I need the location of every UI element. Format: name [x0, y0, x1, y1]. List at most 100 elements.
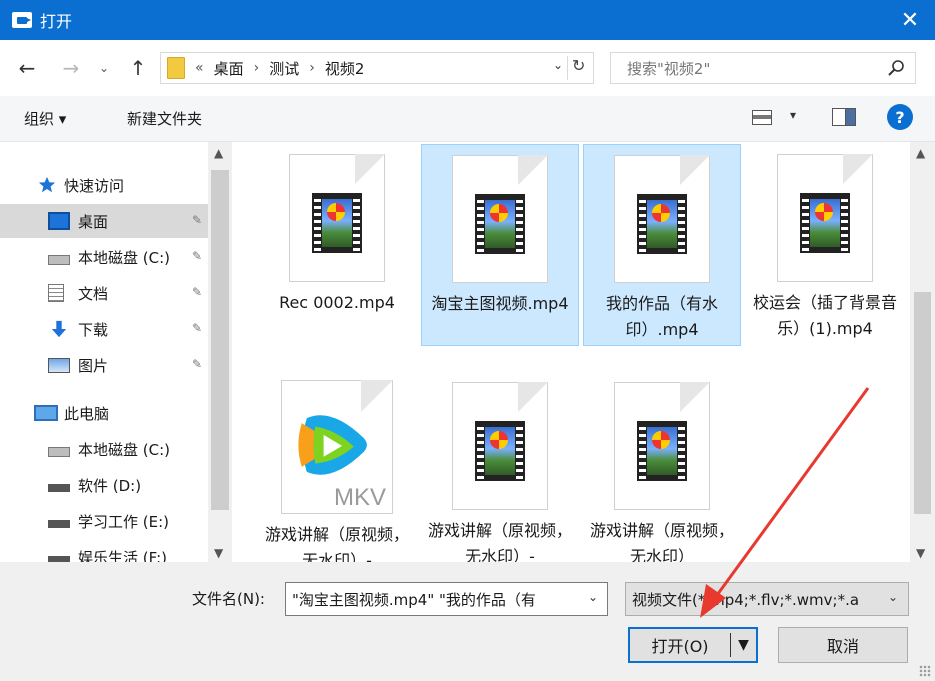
- scroll-up-icon[interactable]: ▲: [916, 146, 925, 160]
- camera-icon: [12, 12, 32, 28]
- chevron-down-icon[interactable]: ⌄: [888, 590, 898, 604]
- scrollbar-thumb[interactable]: [914, 292, 931, 514]
- sidebar-item-this-pc[interactable]: 此电脑: [0, 396, 208, 430]
- sidebar-item-software-d[interactable]: 软件 (D:): [0, 468, 208, 502]
- file-name: 游戏讲解（原视频，无水印）-: [427, 521, 572, 562]
- scroll-up-icon[interactable]: ▲: [214, 146, 223, 160]
- star-icon: [38, 176, 56, 193]
- cancel-button[interactable]: 取消: [778, 627, 908, 663]
- address-bar: ← → ⌄ ↑ « 桌面 › 测试 › 视频2 ⌄ ↻ 搜索"视频2": [0, 40, 935, 96]
- pin-icon[interactable]: ✎: [192, 249, 202, 263]
- open-button[interactable]: 打开(O) ▼: [628, 627, 758, 663]
- file-item-selected[interactable]: 我的作品（有水印）.mp4: [583, 144, 741, 346]
- video-player-logo-icon: [298, 415, 367, 475]
- view-mode-icon[interactable]: [752, 110, 772, 125]
- folder-icon: [167, 57, 185, 79]
- close-button[interactable]: ✕: [885, 0, 935, 40]
- pin-icon[interactable]: ✎: [192, 213, 202, 227]
- download-icon: [51, 320, 67, 338]
- preview-pane-icon[interactable]: [832, 108, 856, 126]
- sidebar-item-label: 快速访问: [64, 176, 125, 195]
- mkv-file-icon: MKV: [281, 380, 393, 514]
- window-title: 打开: [40, 12, 73, 31]
- filename-input[interactable]: "淘宝主图视频.mp4" "我的作品（有: [285, 582, 608, 616]
- video-file-icon: [452, 155, 548, 283]
- forward-button[interactable]: →: [56, 54, 86, 82]
- sidebar-item-quick-access[interactable]: 快速访问: [0, 168, 208, 202]
- sidebar-item-local-disk-c[interactable]: 本地磁盘 (C:) ✎: [0, 240, 208, 274]
- sidebar-item-downloads[interactable]: 下载 ✎: [0, 312, 208, 346]
- chevron-down-icon[interactable]: ⌄: [588, 590, 598, 604]
- chevron-right-icon[interactable]: ›: [309, 60, 315, 76]
- breadcrumb-overflow[interactable]: «: [195, 60, 204, 76]
- pin-icon[interactable]: ✎: [192, 285, 202, 299]
- organize-menu[interactable]: 组织 ▾: [24, 108, 66, 129]
- scroll-down-icon[interactable]: ▼: [214, 546, 223, 560]
- pin-icon[interactable]: ✎: [192, 321, 202, 335]
- drive-icon: [48, 255, 70, 265]
- search-placeholder: 搜索"视频2": [627, 59, 711, 78]
- up-button[interactable]: ↑: [124, 54, 152, 82]
- file-item[interactable]: 校运会（插了背景音乐）(1).mp4: [746, 144, 904, 372]
- help-icon[interactable]: ?: [887, 104, 913, 130]
- computer-icon: [34, 405, 58, 421]
- video-file-icon: [452, 382, 548, 510]
- sidebar-item-study-e[interactable]: 学习工作 (E:): [0, 504, 208, 538]
- video-file-icon: [614, 382, 710, 510]
- scroll-down-icon[interactable]: ▼: [916, 546, 925, 560]
- video-file-icon: [289, 154, 385, 282]
- sidebar-scrollbar[interactable]: ▲ ▼: [208, 142, 232, 562]
- search-icon[interactable]: [887, 59, 905, 77]
- open-options-arrow[interactable]: ▼: [731, 637, 756, 653]
- file-item[interactable]: Rec 0002.mp4: [258, 144, 416, 344]
- sidebar-item-documents[interactable]: 文档 ✎: [0, 276, 208, 310]
- chevron-right-icon[interactable]: ›: [254, 60, 260, 76]
- new-folder-button[interactable]: 新建文件夹: [127, 108, 202, 129]
- sidebar-item-label: 图片: [78, 356, 109, 375]
- desktop-icon: [48, 212, 70, 230]
- sidebar-item-label: 下载: [78, 320, 109, 339]
- refresh-icon[interactable]: ↻: [567, 56, 587, 80]
- view-dropdown[interactable]: ▾: [790, 108, 796, 122]
- recent-locations-button[interactable]: ⌄: [94, 54, 114, 82]
- sidebar-item-label: 娱乐生活 (F:): [78, 548, 167, 563]
- breadcrumb-desktop[interactable]: 桌面: [214, 58, 244, 79]
- file-name: 校运会（插了背景音乐）(1).mp4: [752, 293, 897, 338]
- file-item[interactable]: MKV 游戏讲解（原视频，无水印）-: [258, 372, 416, 562]
- drive-icon: [48, 447, 70, 457]
- command-toolbar: 组织 ▾ 新建文件夹 ▾ ?: [0, 96, 935, 142]
- file-item[interactable]: 游戏讲解（原视频，无水印）-: [421, 372, 579, 562]
- file-list-scrollbar[interactable]: ▲ ▼: [910, 142, 935, 562]
- file-item[interactable]: 游戏讲解（原视频，无水印）: [583, 372, 741, 562]
- file-name: 淘宝主图视频.mp4: [431, 294, 569, 313]
- pin-icon[interactable]: ✎: [192, 357, 202, 371]
- scrollbar-thumb[interactable]: [211, 170, 229, 510]
- resize-grip-icon[interactable]: [919, 665, 931, 677]
- file-item-selected[interactable]: 淘宝主图视频.mp4: [421, 144, 579, 346]
- sidebar-item-entertainment-f[interactable]: 娱乐生活 (F:): [0, 540, 208, 562]
- sidebar-item-label: 学习工作 (E:): [78, 512, 170, 531]
- drive-icon: [48, 484, 70, 492]
- filename-label: 文件名(N):: [192, 590, 265, 608]
- video-file-icon: [614, 155, 710, 283]
- pictures-icon: [48, 357, 70, 373]
- filetype-select[interactable]: 视频文件(*.mp4;*.flv;*.wmv;*.a: [625, 582, 909, 616]
- breadcrumb-video2[interactable]: 视频2: [325, 58, 365, 79]
- file-name: 我的作品（有水印）.mp4: [605, 294, 718, 339]
- file-badge: MKV: [333, 484, 386, 511]
- sidebar-item-label: 此电脑: [64, 404, 110, 423]
- file-list: Rec 0002.mp4 淘宝主图视频.mp4 我的作品（有水印）.mp4 校运…: [232, 142, 910, 562]
- file-name: 游戏讲解（原视频，无水印）: [589, 521, 734, 562]
- sidebar-item-local-disk-c-2[interactable]: 本地磁盘 (C:): [0, 432, 208, 466]
- sidebar-item-desktop[interactable]: 桌面 ✎: [0, 204, 208, 238]
- file-name: 游戏讲解（原视频，无水印）-: [264, 525, 409, 562]
- breadcrumb-test[interactable]: 测试: [269, 58, 299, 79]
- sidebar-item-label: 本地磁盘 (C:): [78, 440, 170, 459]
- chevron-down-icon[interactable]: ⌄: [553, 58, 563, 72]
- document-icon: [48, 284, 64, 302]
- sidebar-item-pictures[interactable]: 图片 ✎: [0, 348, 208, 382]
- search-input[interactable]: 搜索"视频2": [610, 52, 916, 84]
- path-box[interactable]: « 桌面 › 测试 › 视频2 ⌄ ↻: [160, 52, 594, 84]
- navigation-pane: 快速访问 桌面 ✎ 本地磁盘 (C:) ✎ 文档 ✎ 下载 ✎ 图片 ✎ 此电脑…: [0, 142, 232, 562]
- back-button[interactable]: ←: [12, 54, 42, 82]
